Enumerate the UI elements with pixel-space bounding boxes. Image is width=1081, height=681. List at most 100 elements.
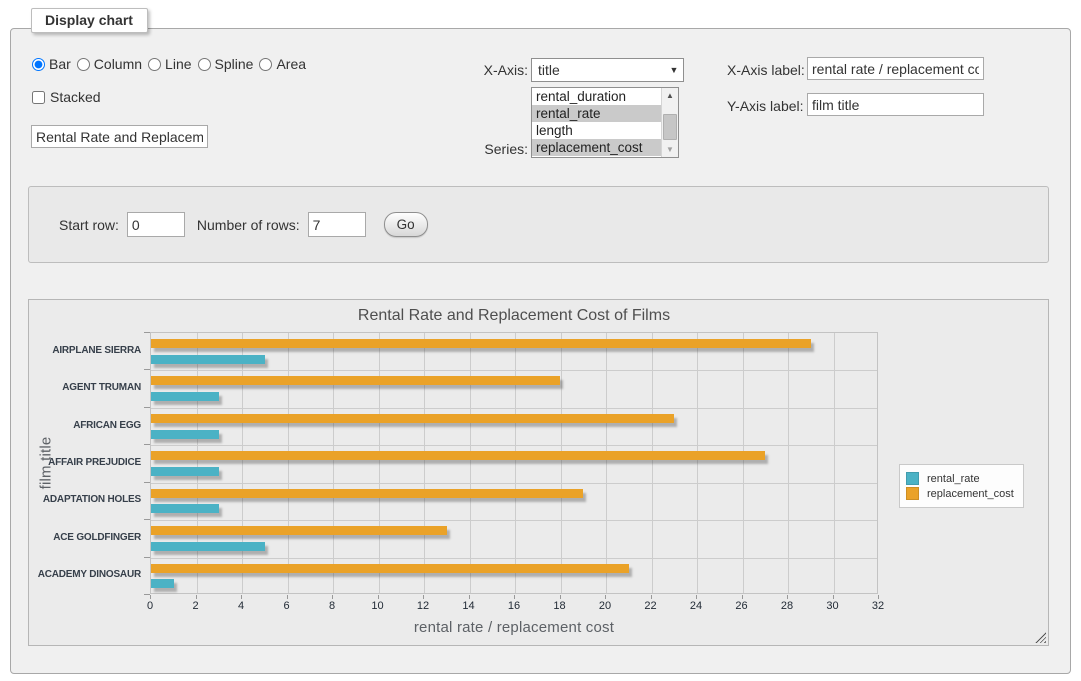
- radio-column[interactable]: [77, 58, 90, 71]
- y-tick-mark: [144, 407, 150, 408]
- gridline-vertical: [743, 333, 744, 593]
- category-label: AFRICAN EGG: [29, 420, 141, 431]
- x-tick-mark: [332, 595, 333, 599]
- chart-type-option-spline[interactable]: Spline: [198, 56, 254, 72]
- scroll-down-icon[interactable]: ▼: [662, 142, 678, 157]
- number-of-rows-label: Number of rows:: [197, 217, 300, 233]
- gridline-vertical: [424, 333, 425, 593]
- x-tick-mark: [696, 595, 697, 599]
- x-axis-label-input[interactable]: [807, 57, 984, 80]
- bar-rental_rate: [151, 542, 265, 551]
- series-scrollbar[interactable]: ▲ ▼: [661, 88, 678, 157]
- resize-grip-icon[interactable]: [1035, 632, 1046, 643]
- gridline-vertical: [652, 333, 653, 593]
- stacked-row: Stacked: [32, 89, 101, 105]
- radio-label: Area: [276, 56, 306, 72]
- series-label: Series:: [448, 141, 528, 157]
- gridline-vertical: [788, 333, 789, 593]
- x-tick-mark: [241, 595, 242, 599]
- gridline-vertical: [379, 333, 380, 593]
- radio-area[interactable]: [259, 58, 272, 71]
- chart-type-radio-group: Bar Column Line Spline Area: [32, 56, 306, 72]
- series-options: rental_durationrental_ratelengthreplacem…: [532, 88, 661, 157]
- gridline-vertical: [606, 333, 607, 593]
- legend-entry: replacement_cost: [906, 487, 1014, 500]
- x-tick-mark: [651, 595, 652, 599]
- series-option-rental_duration[interactable]: rental_duration: [532, 88, 661, 105]
- x-tick-mark: [514, 595, 515, 599]
- bar-replacement_cost: [151, 489, 583, 498]
- bar-replacement_cost: [151, 564, 629, 573]
- x-tick-label: 10: [363, 600, 393, 612]
- go-button[interactable]: Go: [384, 212, 428, 237]
- series-option-rental_rate[interactable]: rental_rate: [532, 105, 661, 122]
- x-tick-label: 6: [272, 600, 302, 612]
- x-tick-label: 26: [727, 600, 757, 612]
- bar-rental_rate: [151, 355, 265, 364]
- x-tick-label: 22: [636, 600, 666, 612]
- x-tick-label: 16: [499, 600, 529, 612]
- bar-rental_rate: [151, 504, 219, 513]
- category-label: AFFAIR PREJUDICE: [29, 457, 141, 468]
- chart-type-option-area[interactable]: Area: [259, 56, 306, 72]
- x-tick-label: 32: [863, 600, 893, 612]
- chart-legend: rental_rate replacement_cost: [899, 464, 1024, 508]
- x-tick-mark: [469, 595, 470, 599]
- x-tick-label: 30: [818, 600, 848, 612]
- plot-area: [150, 332, 878, 594]
- y-tick-mark: [144, 332, 150, 333]
- y-axis-label-label: Y-Axis label:: [727, 98, 804, 114]
- radio-spline[interactable]: [198, 58, 211, 71]
- gridline-vertical: [561, 333, 562, 593]
- chevron-down-icon: ▼: [665, 65, 683, 75]
- gridline-horizontal: [151, 483, 877, 484]
- radio-bar[interactable]: [32, 58, 45, 71]
- x-axis-selected-value: title: [532, 62, 665, 78]
- bar-rental_rate: [151, 579, 174, 588]
- series-option-length[interactable]: length: [532, 122, 661, 139]
- chart-type-option-column[interactable]: Column: [77, 56, 142, 72]
- radio-line[interactable]: [148, 58, 161, 71]
- x-tick-mark: [287, 595, 288, 599]
- gridline-vertical: [834, 333, 835, 593]
- chart-area: Rental Rate and Replacement Cost of Film…: [28, 299, 1049, 646]
- category-label: ADAPTATION HOLES: [29, 494, 141, 505]
- x-tick-label: 8: [317, 600, 347, 612]
- y-tick-mark: [144, 369, 150, 370]
- series-option-replacement_cost[interactable]: replacement_cost: [532, 139, 661, 156]
- chart-type-option-bar[interactable]: Bar: [32, 56, 71, 72]
- gridline-vertical: [515, 333, 516, 593]
- bar-rental_rate: [151, 430, 219, 439]
- x-tick-label: 4: [226, 600, 256, 612]
- stacked-checkbox[interactable]: [32, 91, 45, 104]
- chart-title-input[interactable]: [31, 125, 208, 148]
- radio-label: Bar: [49, 56, 71, 72]
- legend-label: rental_rate: [927, 473, 980, 485]
- gridline-vertical: [333, 333, 334, 593]
- x-tick-mark: [378, 595, 379, 599]
- gridline-horizontal: [151, 445, 877, 446]
- bar-replacement_cost: [151, 526, 447, 535]
- x-tick-label: 14: [454, 600, 484, 612]
- x-tick-mark: [787, 595, 788, 599]
- number-of-rows-input[interactable]: [308, 212, 366, 237]
- x-tick-label: 18: [545, 600, 575, 612]
- chart-type-option-line[interactable]: Line: [148, 56, 191, 72]
- x-axis-label-label: X-Axis label:: [727, 62, 805, 78]
- scrollbar-thumb[interactable]: [663, 114, 677, 140]
- chart-title: Rental Rate and Replacement Cost of Film…: [150, 307, 878, 325]
- scroll-up-icon[interactable]: ▲: [662, 88, 678, 103]
- start-row-input[interactable]: [127, 212, 185, 237]
- gridline-horizontal: [151, 408, 877, 409]
- y-axis-label-input[interactable]: [807, 93, 984, 116]
- x-axis-title: rental rate / replacement cost: [150, 619, 878, 636]
- y-tick-mark: [144, 519, 150, 520]
- y-tick-mark: [144, 444, 150, 445]
- x-tick-mark: [878, 595, 879, 599]
- bar-replacement_cost: [151, 414, 674, 423]
- gridline-vertical: [697, 333, 698, 593]
- category-label: AIRPLANE SIERRA: [29, 345, 141, 356]
- series-multiselect[interactable]: rental_durationrental_ratelengthreplacem…: [531, 87, 679, 158]
- legend-swatch-replacement_cost: [906, 487, 919, 500]
- x-axis-select[interactable]: title ▼: [531, 58, 684, 82]
